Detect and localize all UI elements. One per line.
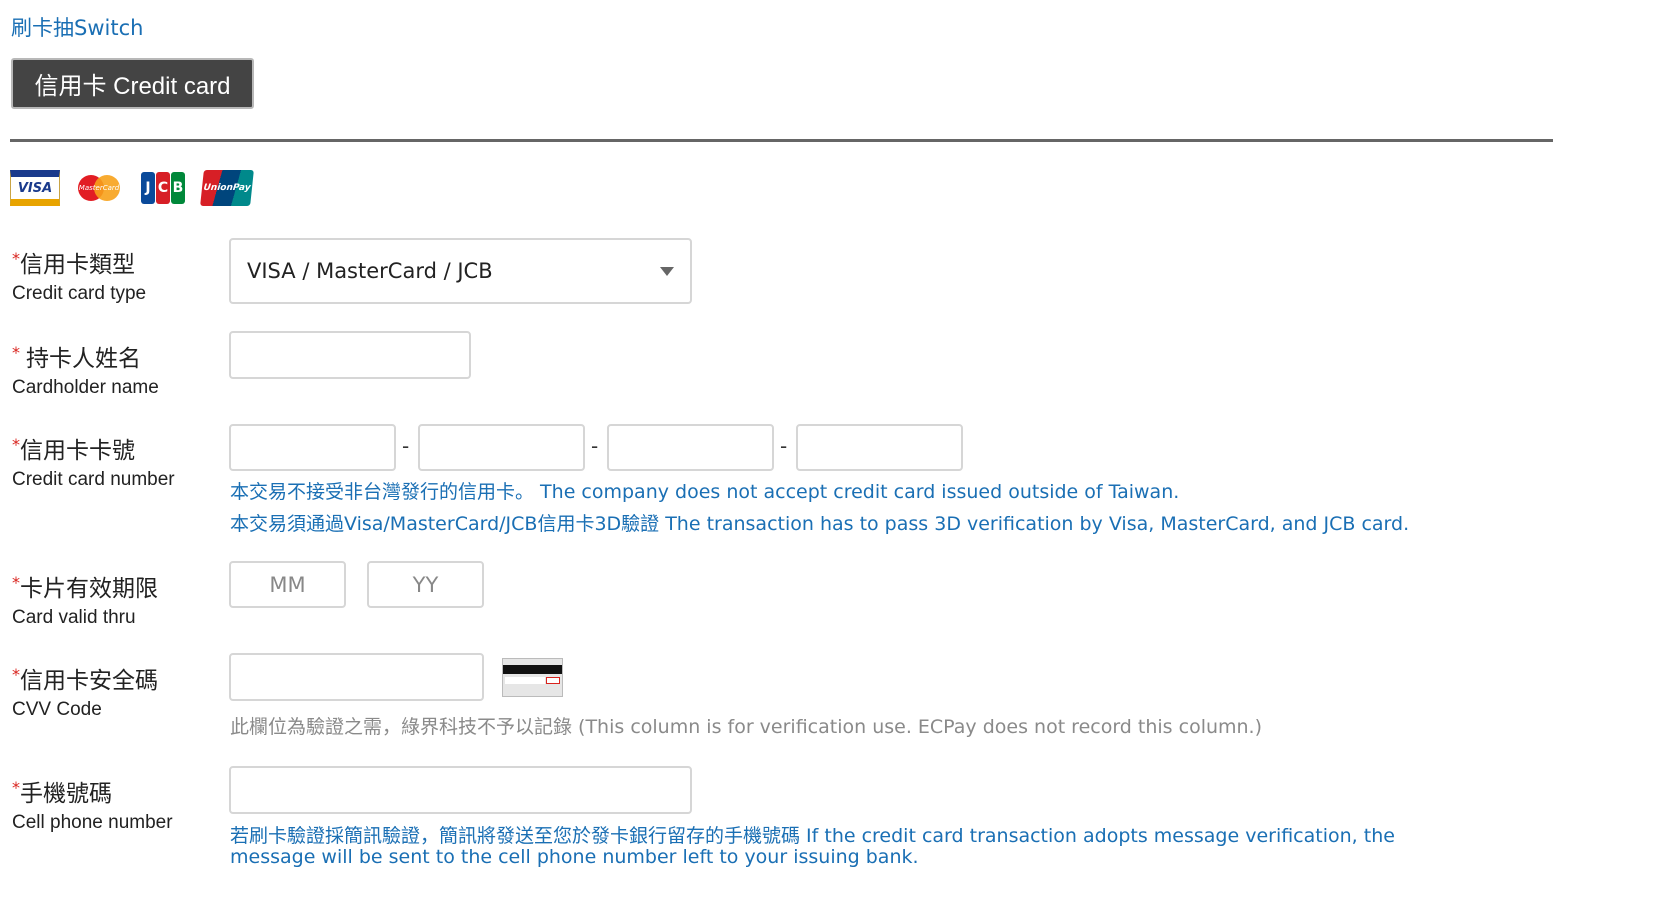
jcb-logo-icon: J C B xyxy=(138,170,188,206)
required-mark: * xyxy=(12,573,20,592)
card-type-selected-value: VISA / MasterCard / JCB xyxy=(247,259,493,283)
expiry-month-input[interactable]: MM xyxy=(229,561,346,608)
jcb-letter-b: B xyxy=(171,172,185,204)
card-number-segment-2[interactable] xyxy=(418,424,585,471)
jcb-letter-c: C xyxy=(156,172,170,204)
card-type-label-en: Credit card type xyxy=(12,283,147,304)
card-number-label-zh: 信用卡卡號 xyxy=(20,438,135,464)
divider xyxy=(10,139,1553,142)
visa-logo-icon: VISA xyxy=(10,170,60,206)
required-mark: * xyxy=(12,435,20,454)
cardholder-label-en: Cardholder name xyxy=(12,377,159,398)
valid-thru-label: *卡片有效期限 Card valid thru xyxy=(12,569,158,629)
cvv-label: *信用卡安全碼 CVV Code xyxy=(12,661,158,721)
mastercard-logo-text: MasterCard xyxy=(78,184,120,192)
cvv-label-zh: 信用卡安全碼 xyxy=(20,668,158,694)
card-logos: VISA MasterCard J C B UnionPay xyxy=(10,170,254,206)
cardholder-name-input[interactable] xyxy=(229,331,471,379)
switch-link[interactable]: 刷卡抽Switch xyxy=(11,12,143,42)
required-mark: * xyxy=(12,665,20,684)
jcb-letter-j: J xyxy=(141,172,155,204)
phone-note-line1: 若刷卡驗證採簡訊驗證，簡訊將發送至您於發卡銀行留存的手機號碼 If the cr… xyxy=(230,825,1395,847)
valid-thru-label-en: Card valid thru xyxy=(12,607,136,628)
chevron-down-icon xyxy=(660,266,674,276)
card-number-label: *信用卡卡號 Credit card number xyxy=(12,431,175,491)
card-number-segment-4[interactable] xyxy=(796,424,963,471)
valid-thru-label-zh: 卡片有效期限 xyxy=(20,576,158,602)
required-mark: * xyxy=(12,249,20,268)
card-number-segment-1[interactable] xyxy=(229,424,396,471)
card-number-label-en: Credit card number xyxy=(12,469,175,490)
phone-label-zh: 手機號碼 xyxy=(20,781,112,807)
cvv-label-en: CVV Code xyxy=(12,699,102,720)
card-number-note-3d: 本交易須通過Visa/MasterCard/JCB信用卡3D驗證 The tra… xyxy=(230,513,1410,535)
mastercard-logo-icon: MasterCard xyxy=(74,170,124,206)
expiry-year-input[interactable]: YY xyxy=(367,561,484,608)
cardholder-label: * 持卡人姓名 Cardholder name xyxy=(12,339,159,399)
card-number-separator: - xyxy=(780,434,788,458)
unionpay-logo-icon: UnionPay xyxy=(200,170,254,206)
cvv-card-back-icon xyxy=(502,658,563,697)
card-type-label: *信用卡類型 Credit card type xyxy=(12,245,146,305)
cardholder-label-zh: 持卡人姓名 xyxy=(26,346,141,372)
required-mark: * xyxy=(12,778,20,797)
phone-label: *手機號碼 Cell phone number xyxy=(12,774,173,834)
unionpay-logo-text: UnionPay xyxy=(202,183,252,193)
visa-logo-text: VISA xyxy=(17,180,53,196)
phone-note-line2: message will be sent to the cell phone n… xyxy=(230,846,919,868)
card-type-label-zh: 信用卡類型 xyxy=(20,252,135,278)
cvv-note: 此欄位為驗證之需，綠界科技不予以記錄 (This column is for v… xyxy=(230,716,1263,738)
card-number-separator: - xyxy=(591,434,599,458)
card-number-separator: - xyxy=(402,434,410,458)
cvv-input[interactable] xyxy=(229,653,484,701)
cell-phone-input[interactable] xyxy=(229,766,692,814)
phone-label-en: Cell phone number xyxy=(12,812,173,833)
required-mark: * xyxy=(12,343,20,362)
card-number-note-taiwan: 本交易不接受非台灣發行的信用卡。 The company does not ac… xyxy=(230,481,1180,503)
card-type-select[interactable]: VISA / MasterCard / JCB xyxy=(229,238,692,304)
tab-credit-card[interactable]: 信用卡 Credit card xyxy=(11,58,254,109)
card-number-segment-3[interactable] xyxy=(607,424,774,471)
